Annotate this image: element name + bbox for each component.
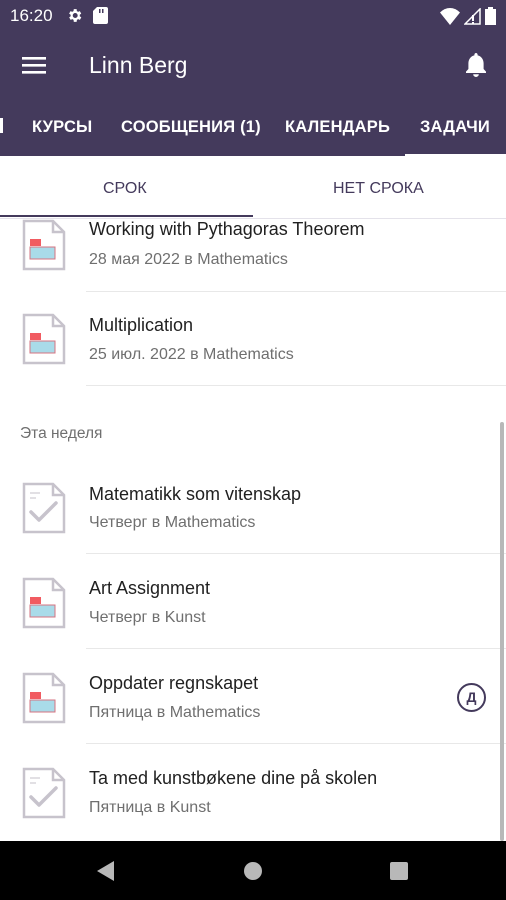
task-title: Art Assignment: [89, 578, 211, 598]
task-subtitle: Четверг в Kunst: [89, 609, 206, 626]
assignment-doc-icon: [22, 672, 66, 724]
divider: [86, 385, 506, 386]
status-bar: 16:20: [0, 0, 506, 32]
task-subtitle: Пятница в Mathematics: [89, 704, 261, 721]
section-header-this-week: Эта неделя: [20, 425, 103, 442]
assignment-doc-icon: [22, 219, 66, 271]
tab-previous-edge[interactable]: [0, 118, 3, 133]
menu-icon[interactable]: [20, 51, 48, 79]
back-triangle-icon[interactable]: [95, 860, 117, 882]
battery-icon: [485, 7, 496, 25]
tab-due-indicator: [0, 215, 253, 217]
tab-no-due[interactable]: НЕТ СРОКА: [333, 180, 424, 198]
settings-gear-icon: [69, 9, 82, 22]
scrollbar[interactable]: [500, 422, 504, 841]
task-title: Matematikk som vitenskap: [89, 484, 302, 504]
cell-signal-icon: [464, 7, 481, 25]
notifications-bell-icon[interactable]: [463, 51, 489, 79]
tab-due[interactable]: СРОК: [103, 180, 147, 198]
task-title: Multiplication: [89, 315, 194, 335]
task-title: Ta med kunstbøkene dine på skolen: [89, 768, 378, 788]
tab-messages[interactable]: СООБЩЕНИЯ (1): [121, 118, 261, 137]
course-tab-bar: КУРСЫ СООБЩЕНИЯ (1) КАЛЕНДАРЬ ЗАДАЧИ: [0, 98, 506, 156]
task-title: Oppdater regnskapet: [89, 673, 259, 693]
recents-square-icon[interactable]: [388, 860, 410, 882]
due-tab-bar: СРОК НЕТ СРОКА: [0, 157, 506, 219]
task-row[interactable]: Art Assignment Четверг в Kunst: [0, 555, 506, 650]
checked-doc-icon: [22, 482, 66, 534]
sd-card-icon: [93, 7, 108, 24]
task-list: Working with Pythagoras Theorem 28 мая 2…: [0, 219, 506, 841]
tab-calendar[interactable]: КАЛЕНДАРЬ: [285, 118, 390, 137]
status-time: 16:20: [10, 6, 53, 25]
tab-courses[interactable]: КУРСЫ: [32, 118, 92, 137]
home-circle-icon[interactable]: [242, 860, 264, 882]
task-subtitle: Четверг в Mathematics: [89, 514, 256, 531]
app-bar: Linn Berg: [0, 32, 506, 98]
wifi-icon: [440, 7, 460, 25]
assignment-doc-icon: [22, 577, 66, 629]
task-row[interactable]: Multiplication 25 июл. 2022 в Mathematic…: [0, 292, 506, 387]
status-badge: Д: [457, 683, 486, 712]
system-nav-bar: [0, 841, 506, 900]
task-title: Working with Pythagoras Theorem: [89, 219, 365, 239]
divider: [86, 743, 506, 744]
divider: [86, 648, 506, 649]
tab-tasks[interactable]: ЗАДАЧИ: [420, 118, 490, 137]
task-subtitle: 25 июл. 2022 в Mathematics: [89, 346, 294, 363]
task-row[interactable]: Matematikk som vitenskap Четверг в Mathe…: [0, 463, 506, 558]
task-subtitle: 28 мая 2022 в Mathematics: [89, 251, 288, 268]
task-row[interactable]: Oppdater regnskapet Пятница в Mathematic…: [0, 650, 506, 745]
checked-doc-icon: [22, 767, 66, 819]
task-row[interactable]: Ta med kunstbøkene dine på skolen Пятниц…: [0, 745, 506, 840]
divider: [86, 553, 506, 554]
task-subtitle: Пятница в Kunst: [89, 799, 211, 816]
assignment-doc-icon: [22, 313, 66, 365]
page-title: Linn Berg: [89, 52, 188, 78]
task-row[interactable]: Working with Pythagoras Theorem 28 мая 2…: [0, 219, 506, 295]
